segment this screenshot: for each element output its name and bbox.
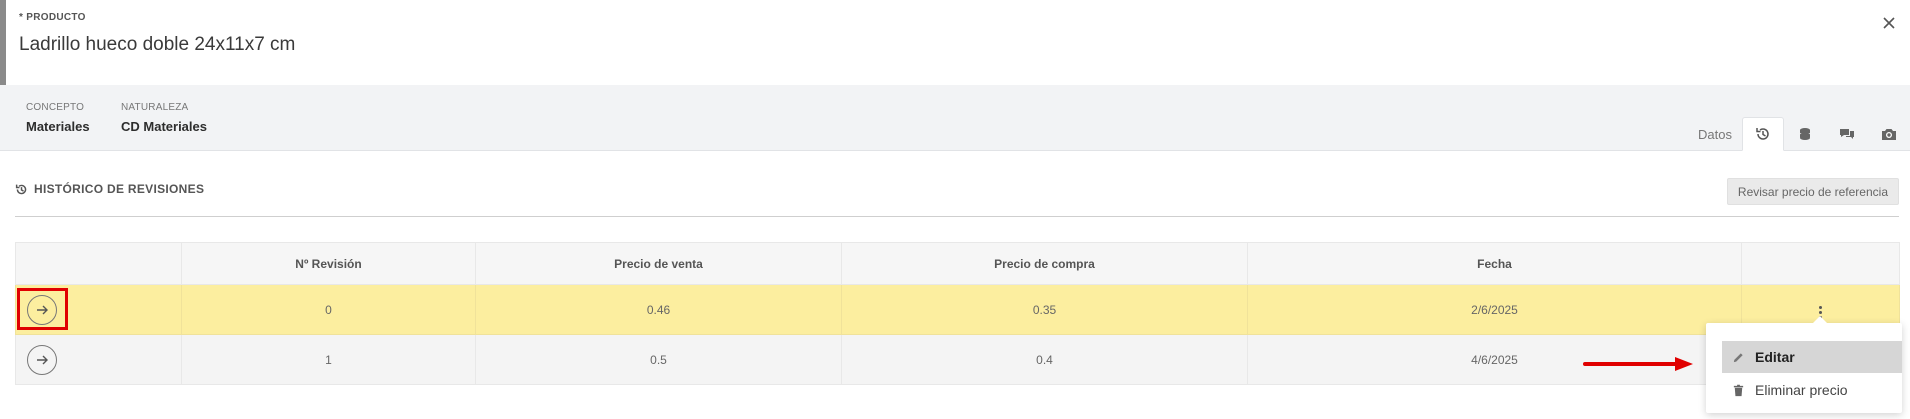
cell-venta: 0.46 — [475, 284, 842, 335]
trash-icon — [1733, 384, 1744, 396]
col-header-revision: Nº Revisión — [181, 242, 476, 285]
cell-compra: 0.4 — [841, 334, 1248, 385]
cell-compra: 0.35 — [841, 284, 1248, 335]
row-action-cell — [15, 334, 182, 385]
table-row[interactable]: 0 0.46 0.35 2/6/2025 — [15, 284, 1900, 335]
coins-icon — [1800, 128, 1810, 140]
menu-item-label: Editar — [1755, 349, 1795, 365]
col-header-fecha: Fecha — [1247, 242, 1742, 285]
col-header-compra: Precio de compra — [841, 242, 1248, 285]
table-header-row: Nº Revisión Precio de venta Precio de co… — [15, 242, 1900, 285]
annotation-highlight-box — [17, 288, 68, 330]
tab-fotos[interactable] — [1868, 117, 1910, 151]
pencil-icon — [1733, 352, 1743, 362]
product-title: Ladrillo hueco doble 24x11x7 cm — [19, 34, 296, 55]
comments-icon — [1840, 129, 1854, 139]
tab-datos[interactable]: Datos — [1688, 117, 1742, 151]
col-header-venta: Precio de venta — [475, 242, 842, 285]
camera-icon — [1882, 129, 1896, 140]
arrow-right-icon — [37, 355, 48, 364]
open-revision-button[interactable] — [27, 344, 57, 375]
product-meta-bar: CONCEPTO Materiales NATURALEZA CD Materi… — [0, 85, 1910, 151]
section-header: HISTÓRICO DE REVISIONES — [15, 182, 204, 196]
history-icon — [1756, 128, 1769, 140]
detail-tabs: Datos — [1688, 115, 1910, 151]
menu-item-label: Eliminar precio — [1755, 382, 1848, 398]
row-action-cell — [15, 284, 182, 335]
close-icon[interactable] — [1878, 12, 1900, 34]
product-eyebrow: * PRODUCTO — [19, 12, 86, 23]
product-header: * PRODUCTO Ladrillo hueco doble 24x11x7 … — [0, 0, 1910, 85]
concepto-value: Materiales — [26, 119, 90, 134]
tab-historico[interactable] — [1742, 117, 1784, 151]
annotation-arrow-icon — [1583, 357, 1693, 371]
naturaleza-label: NATURALEZA — [121, 102, 189, 113]
cell-revision: 0 — [181, 284, 476, 335]
naturaleza-value: CD Materiales — [121, 119, 207, 134]
concepto-label: CONCEPTO — [26, 102, 85, 113]
tab-precios[interactable] — [1784, 117, 1826, 151]
cell-fecha: 2/6/2025 — [1247, 284, 1742, 335]
naturaleza-field: NATURALEZA CD Materiales — [121, 102, 207, 134]
concepto-field: CONCEPTO Materiales — [26, 102, 90, 134]
section-divider — [15, 216, 1899, 217]
section-title: HISTÓRICO DE REVISIONES — [34, 182, 205, 196]
col-header-menu — [1741, 242, 1900, 285]
menu-item-eliminar[interactable]: Eliminar precio — [1722, 374, 1902, 406]
revisar-precio-button[interactable]: Revisar precio de referencia — [1726, 178, 1899, 205]
menu-item-editar[interactable]: Editar — [1722, 341, 1902, 373]
row-context-menu: Editar Eliminar precio — [1706, 316, 1902, 413]
col-header-action — [15, 242, 182, 285]
cell-revision: 1 — [181, 334, 476, 385]
tab-comentarios[interactable] — [1826, 117, 1868, 151]
cell-venta: 0.5 — [475, 334, 842, 385]
history-icon — [15, 184, 27, 194]
